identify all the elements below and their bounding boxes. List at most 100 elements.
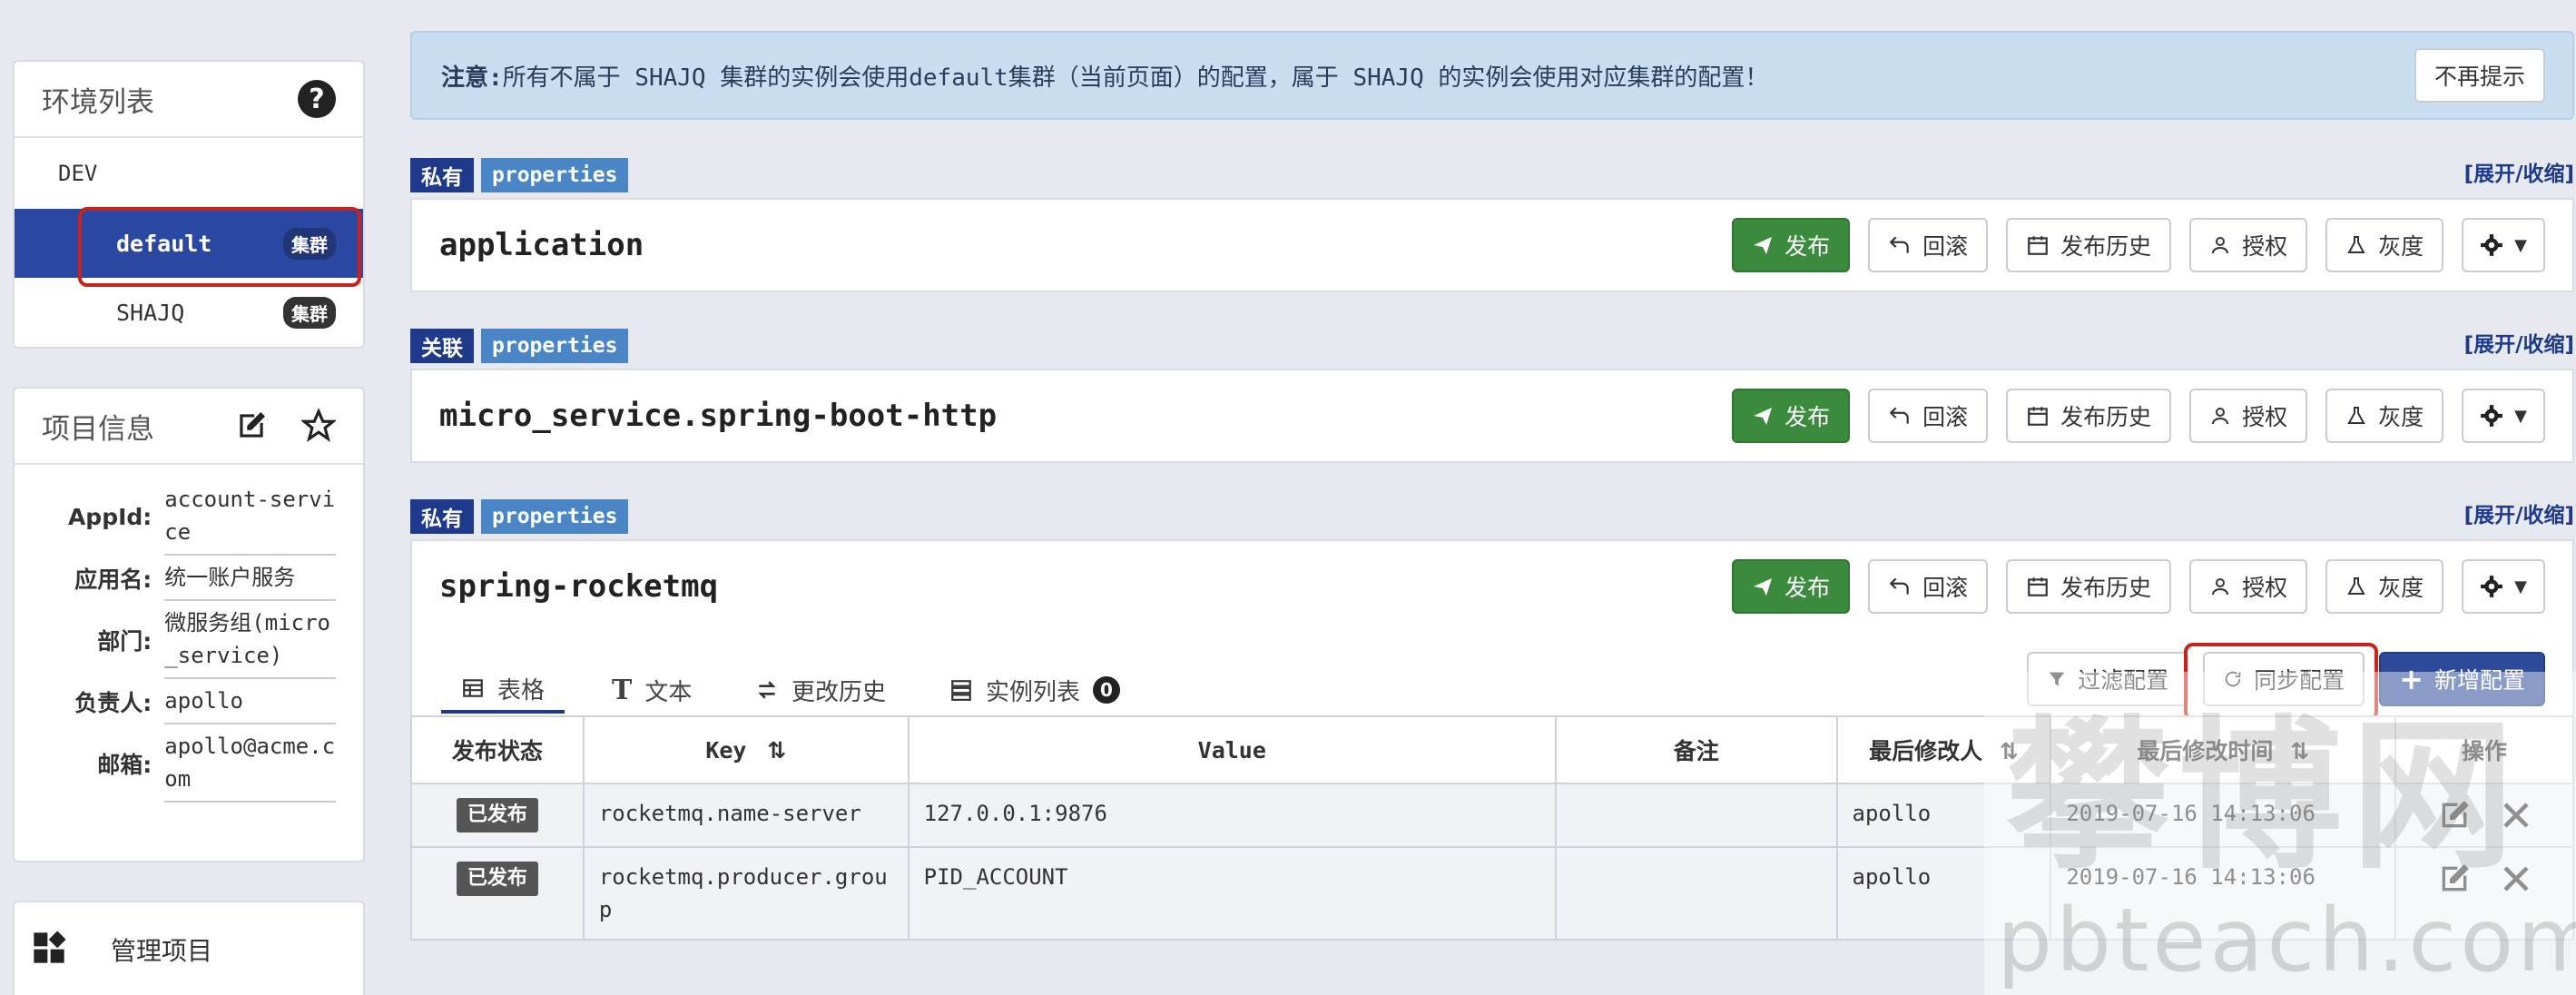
calendar-icon — [2028, 407, 2048, 426]
gray-release-button[interactable]: 灰度 — [2325, 389, 2444, 443]
cell-key: rocketmq.producer.group — [582, 846, 909, 941]
namespace-header: 私有 properties [展开/收缩] — [410, 156, 2574, 192]
info-row-department: 部门: 微服务组(micro_service) — [42, 601, 336, 679]
project-info-panel: 项目信息 AppId: account-service 应用名: 统一账户服务 … — [13, 387, 365, 862]
scope-tag: 私有 — [410, 499, 474, 534]
namespace-name: application — [439, 227, 644, 263]
notice-prefix: 注意: — [441, 64, 503, 92]
info-label: AppId: — [67, 503, 152, 530]
info-row-email: 邮箱: apollo@acme.com — [42, 724, 336, 803]
col-header-comment: 备注 — [1554, 715, 1838, 784]
namespace-card: spring-rocketmq 发布 回滚 发布历史 授权 灰度 ▼ — [410, 539, 2574, 634]
info-label: 负责人: — [74, 690, 152, 716]
rollback-button[interactable]: 回滚 — [1868, 559, 1989, 614]
notice-message: 所有不属于 SHAJQ 集群的实例会使用default集群（当前页面）的配置，属… — [502, 64, 1769, 92]
env-list-header: 环境列表 ? — [15, 62, 363, 138]
star-icon[interactable] — [301, 409, 336, 443]
gray-release-button[interactable]: 灰度 — [2325, 218, 2444, 272]
flask-icon — [2347, 236, 2365, 253]
release-history-button[interactable]: 发布历史 — [2006, 389, 2172, 443]
edit-icon[interactable] — [234, 409, 269, 443]
flask-icon — [2347, 577, 2365, 595]
format-tag: properties — [481, 158, 629, 192]
cell-value: PID_ACCOUNT — [907, 846, 1557, 941]
env-dev[interactable]: DEV — [15, 138, 363, 209]
gear-icon — [2481, 405, 2503, 427]
settings-dropdown[interactable]: ▼ — [2462, 389, 2545, 443]
cluster-item-shajq[interactable]: SHAJQ 集群 — [15, 278, 363, 347]
user-icon — [2212, 408, 2229, 425]
cell-comment — [1554, 846, 1838, 941]
info-value: account-service — [164, 478, 336, 556]
project-info-header: 项目信息 — [15, 389, 363, 465]
info-value: 微服务组(micro_service) — [164, 601, 336, 679]
manage-project-link[interactable]: 管理项目 — [13, 901, 365, 995]
chevron-down-icon: ▼ — [2514, 235, 2527, 255]
info-label: 应用名: — [74, 566, 152, 593]
tab-text[interactable]: T 文本 — [612, 666, 692, 714]
publish-button[interactable]: 发布 — [1732, 389, 1851, 443]
info-value: apollo@acme.com — [164, 724, 336, 803]
namespace-header: 关联 properties [展开/收缩] — [410, 327, 2574, 363]
cluster-name: default — [116, 230, 212, 257]
grant-button[interactable]: 授权 — [2189, 389, 2308, 443]
tab-change-history[interactable]: 更改历史 — [755, 666, 886, 714]
published-badge: 已发布 — [456, 798, 538, 832]
expand-collapse-link[interactable]: [展开/收缩] — [2464, 327, 2574, 363]
settings-dropdown[interactable]: ▼ — [2462, 218, 2545, 272]
cluster-name: SHAJQ — [116, 299, 185, 326]
namespace-card: micro_service.spring-boot-http 发布 回滚 发布历… — [410, 369, 2574, 463]
calendar-icon — [2028, 236, 2048, 255]
rollback-button[interactable]: 回滚 — [1868, 218, 1989, 272]
info-row-owner: 负责人: apollo — [42, 679, 336, 724]
manage-project-label: 管理项目 — [111, 936, 213, 966]
col-header-status: 发布状态 — [410, 715, 585, 784]
swap-icon — [758, 681, 776, 699]
send-icon — [1754, 237, 1773, 254]
cluster-notice: 注意:所有不属于 SHAJQ 集群的实例会使用default集群（当前页面）的配… — [410, 31, 2574, 120]
cell-comment — [1554, 783, 1838, 848]
tab-instance-list[interactable]: 实例列表 0 — [949, 666, 1121, 714]
expand-collapse-link[interactable]: [展开/收缩] — [2464, 156, 2574, 192]
chevron-down-icon: ▼ — [2514, 576, 2527, 596]
watermark-text-en: pbteach.com — [1997, 890, 2576, 991]
grant-button[interactable]: 授权 — [2189, 559, 2308, 614]
info-row-appid: AppId: account-service — [42, 478, 336, 556]
scope-tag: 私有 — [410, 158, 474, 192]
dashboard-icon — [34, 931, 66, 963]
gray-release-button[interactable]: 灰度 — [2325, 559, 2444, 614]
namespace-name: spring-rocketmq — [439, 568, 719, 605]
info-label: 部门: — [97, 628, 152, 655]
user-icon — [2212, 237, 2229, 254]
cluster-badge: 集群 — [283, 227, 336, 260]
gear-icon — [2481, 576, 2503, 597]
env-list-panel: 环境列表 ? DEV default 集群 SHAJQ 集群 — [13, 60, 365, 349]
tab-table[interactable]: 表格 — [441, 666, 565, 714]
chevron-down-icon: ▼ — [2514, 406, 2527, 426]
settings-dropdown[interactable]: ▼ — [2462, 559, 2545, 614]
dismiss-notice-button[interactable]: 不再提示 — [2414, 48, 2545, 103]
format-tag: properties — [481, 499, 629, 534]
col-header-value: Value — [907, 715, 1557, 784]
help-icon[interactable]: ? — [298, 80, 336, 118]
info-value: apollo — [164, 679, 336, 724]
notice-text: 注意:所有不属于 SHAJQ 集群的实例会使用default集群（当前页面）的配… — [441, 59, 1768, 93]
publish-button[interactable]: 发布 — [1732, 559, 1851, 614]
namespace-name: micro_service.spring-boot-http — [439, 398, 998, 434]
undo-icon — [1889, 236, 1909, 253]
expand-collapse-link[interactable]: [展开/收缩] — [2464, 498, 2574, 534]
grant-button[interactable]: 授权 — [2189, 218, 2308, 272]
cluster-item-default[interactable]: default 集群 — [15, 209, 363, 278]
env-list-title: 环境列表 — [42, 85, 154, 119]
info-label: 邮箱: — [97, 752, 152, 778]
release-history-button[interactable]: 发布历史 — [2006, 559, 2172, 614]
server-icon — [951, 680, 971, 701]
publish-button[interactable]: 发布 — [1732, 218, 1851, 272]
cluster-badge: 集群 — [283, 296, 336, 329]
col-header-key[interactable]: Key ⇅ — [582, 715, 909, 784]
info-value: 统一账户服务 — [164, 556, 336, 601]
undo-icon — [1889, 577, 1909, 595]
release-history-button[interactable]: 发布历史 — [2006, 218, 2172, 272]
rollback-button[interactable]: 回滚 — [1868, 389, 1989, 443]
namespace-card: application 发布 回滚 发布历史 授权 灰度 ▼ — [410, 198, 2574, 292]
